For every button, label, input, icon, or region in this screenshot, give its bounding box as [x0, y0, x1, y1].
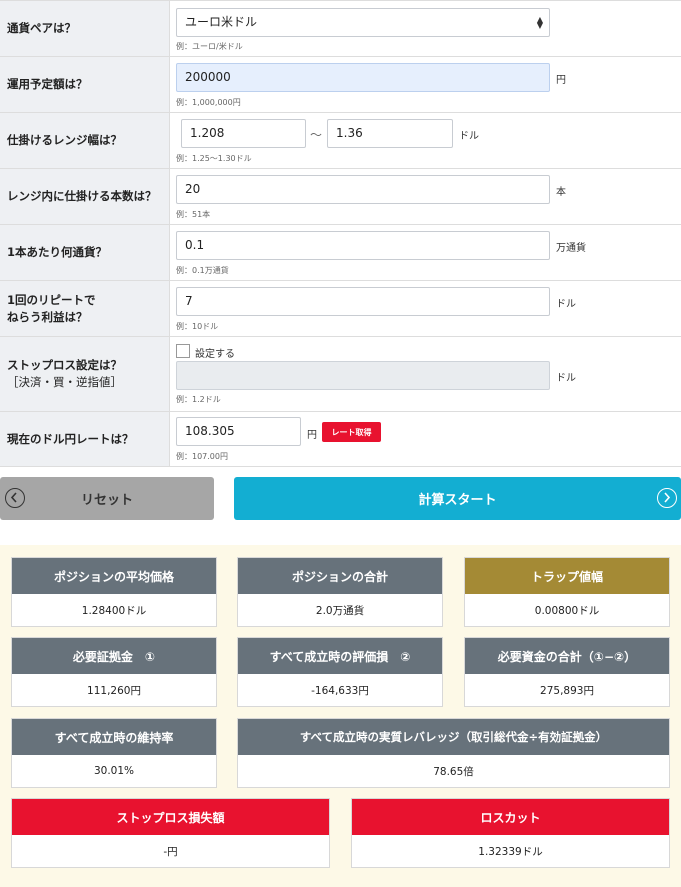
count-unit: 本: [556, 187, 566, 198]
result-leverage: すべて成立時の実質レバレッジ（取引総代金÷有効証拠金） 78.65倍: [237, 718, 670, 788]
row-range: 仕掛けるレンジ幅は？ 1.208 〜 1.36 ドル 例：1.25〜1.30ドル: [0, 113, 681, 169]
result-maintenance-rate: すべて成立時の維持率 30.01%: [11, 718, 217, 788]
result-avg-price: ポジションの平均価格 1.28400ドル: [11, 557, 217, 627]
amount-hint: 例：1,000,000円: [176, 98, 241, 107]
result-total-position-title: ポジションの合計: [238, 558, 442, 594]
profit-input[interactable]: 7: [176, 287, 550, 316]
per-unit-input[interactable]: 0.1: [176, 231, 550, 260]
range-from-input[interactable]: 1.208: [181, 119, 306, 148]
currency-pair-select[interactable]: ユーロ米ドル ▲ ▼: [176, 8, 550, 37]
calc-start-button[interactable]: 計算スタート: [234, 477, 681, 520]
chevron-left-circle-icon: [5, 488, 25, 508]
result-trap-width-value: 0.00800ドル: [534, 604, 600, 617]
amount-unit: 円: [556, 75, 566, 86]
result-total-funds: 必要資金の合計（①−②） 275,893円: [464, 637, 670, 707]
count-label: レンジ内に仕掛ける本数は？: [0, 169, 170, 224]
row-count: レンジ内に仕掛ける本数は？ 20 本 例：51本: [0, 169, 681, 225]
currency-pair-label: 通貨ペアは？: [0, 1, 170, 56]
reset-button[interactable]: リセット: [0, 477, 214, 520]
results-panel: ポジションの平均価格 1.28400ドル ポジションの合計 2.0万通貨 トラッ…: [0, 545, 681, 887]
calc-start-label: 計算スタート: [418, 493, 497, 508]
chevron-right-circle-icon: [657, 488, 677, 508]
stoploss-label: ストップロス設定は？ ［決済・買・逆指値］: [0, 337, 170, 411]
range-separator: 〜: [310, 128, 323, 142]
result-losscut-value: 1.32339ドル: [478, 845, 543, 858]
result-avg-price-value: 1.28400ドル: [81, 604, 147, 617]
get-rate-button[interactable]: レート取得: [322, 422, 381, 442]
result-losscut-title: ロスカット: [352, 799, 669, 835]
result-margin: 必要証拠金 ① 111,260円: [11, 637, 217, 707]
reset-label: リセット: [80, 493, 133, 508]
profit-hint: 例：10ドル: [176, 322, 219, 331]
result-eval-loss-title: すべて成立時の評価損 ②: [238, 638, 442, 674]
usdjpy-hint: 例：107.00円: [176, 452, 228, 461]
result-avg-price-title: ポジションの平均価格: [12, 558, 216, 594]
calculator-form: 通貨ペアは？ ユーロ米ドル ▲ ▼ 例：ユーロ/米ドル 運用予定額は？ 20000…: [0, 0, 681, 467]
amount-label: 運用予定額は？: [0, 57, 170, 112]
result-total-position-value: 2.0万通貨: [315, 604, 365, 617]
row-usdjpy: 現在のドル円レートは？ 108.305 円 レート取得 例：107.00円: [0, 412, 681, 467]
count-input[interactable]: 20: [176, 175, 550, 204]
stoploss-label-line1: ストップロス設定は？: [7, 358, 122, 372]
result-eval-loss: すべて成立時の評価損 ② -164,633円: [237, 637, 443, 707]
result-eval-loss-value: -164,633円: [311, 684, 369, 697]
stoploss-input[interactable]: [176, 361, 550, 390]
row-amount: 運用予定額は？ 200000 円 例：1,000,000円: [0, 57, 681, 113]
result-trap-width-title: トラップ値幅: [465, 558, 669, 594]
range-unit: ドル: [459, 131, 479, 142]
per-unit-label: 1本あたり何通貨？: [0, 225, 170, 280]
result-margin-title: 必要証拠金 ①: [12, 638, 216, 674]
stoploss-unit: ドル: [556, 373, 576, 384]
result-maintenance-rate-title: すべて成立時の維持率: [12, 719, 216, 755]
stoploss-checkbox[interactable]: [176, 344, 190, 358]
usdjpy-label: 現在のドル円レートは？: [0, 412, 170, 466]
select-arrows-icon: ▲ ▼: [536, 15, 543, 30]
count-hint: 例：51本: [176, 210, 211, 219]
stoploss-checkbox-label: 設定する: [195, 349, 235, 360]
result-trap-width: トラップ値幅 0.00800ドル: [464, 557, 670, 627]
row-currency-pair: 通貨ペアは？ ユーロ米ドル ▲ ▼ 例：ユーロ/米ドル: [0, 1, 681, 57]
result-leverage-title: すべて成立時の実質レバレッジ（取引総代金÷有効証拠金）: [238, 719, 669, 755]
currency-pair-value: ユーロ米ドル: [185, 15, 258, 29]
stoploss-label-line2: ［決済・買・逆指値］: [7, 375, 122, 389]
per-unit-unit: 万通貨: [556, 243, 586, 254]
profit-label-line2: ねらう利益は？: [7, 309, 88, 324]
result-stoploss-loss: ストップロス損失額 -円: [11, 798, 330, 868]
range-to-input[interactable]: 1.36: [327, 119, 453, 148]
profit-unit: ドル: [556, 299, 576, 310]
per-unit-hint: 例：0.1万通貨: [176, 266, 229, 275]
range-label: 仕掛けるレンジ幅は？: [0, 113, 170, 168]
row-profit: 1回のリピートで ねらう利益は？ 7 ドル 例：10ドル: [0, 281, 681, 337]
result-total-funds-value: 275,893円: [540, 684, 594, 697]
profit-label: 1回のリピートで ねらう利益は？: [0, 281, 170, 336]
result-leverage-value: 78.65倍: [433, 765, 474, 778]
result-losscut: ロスカット 1.32339ドル: [351, 798, 670, 868]
amount-input[interactable]: 200000: [176, 63, 550, 92]
result-stoploss-loss-value: -円: [163, 845, 178, 858]
result-total-funds-title: 必要資金の合計（①−②）: [465, 638, 669, 674]
usdjpy-input[interactable]: 108.305: [176, 417, 301, 446]
usdjpy-unit: 円: [307, 430, 317, 441]
row-stoploss: ストップロス設定は？ ［決済・買・逆指値］ 設定する ドル 例：1.2ドル: [0, 337, 681, 412]
range-hint: 例：1.25〜1.30ドル: [176, 154, 252, 163]
stoploss-hint: 例：1.2ドル: [176, 395, 221, 404]
result-total-position: ポジションの合計 2.0万通貨: [237, 557, 443, 627]
result-maintenance-rate-value: 30.01%: [93, 765, 135, 777]
row-per-unit: 1本あたり何通貨？ 0.1 万通貨 例：0.1万通貨: [0, 225, 681, 281]
profit-label-line1: 1回のリピートで: [7, 292, 96, 307]
currency-pair-hint: 例：ユーロ/米ドル: [176, 42, 243, 51]
result-margin-value: 111,260円: [87, 684, 141, 697]
result-stoploss-loss-title: ストップロス損失額: [12, 799, 329, 835]
